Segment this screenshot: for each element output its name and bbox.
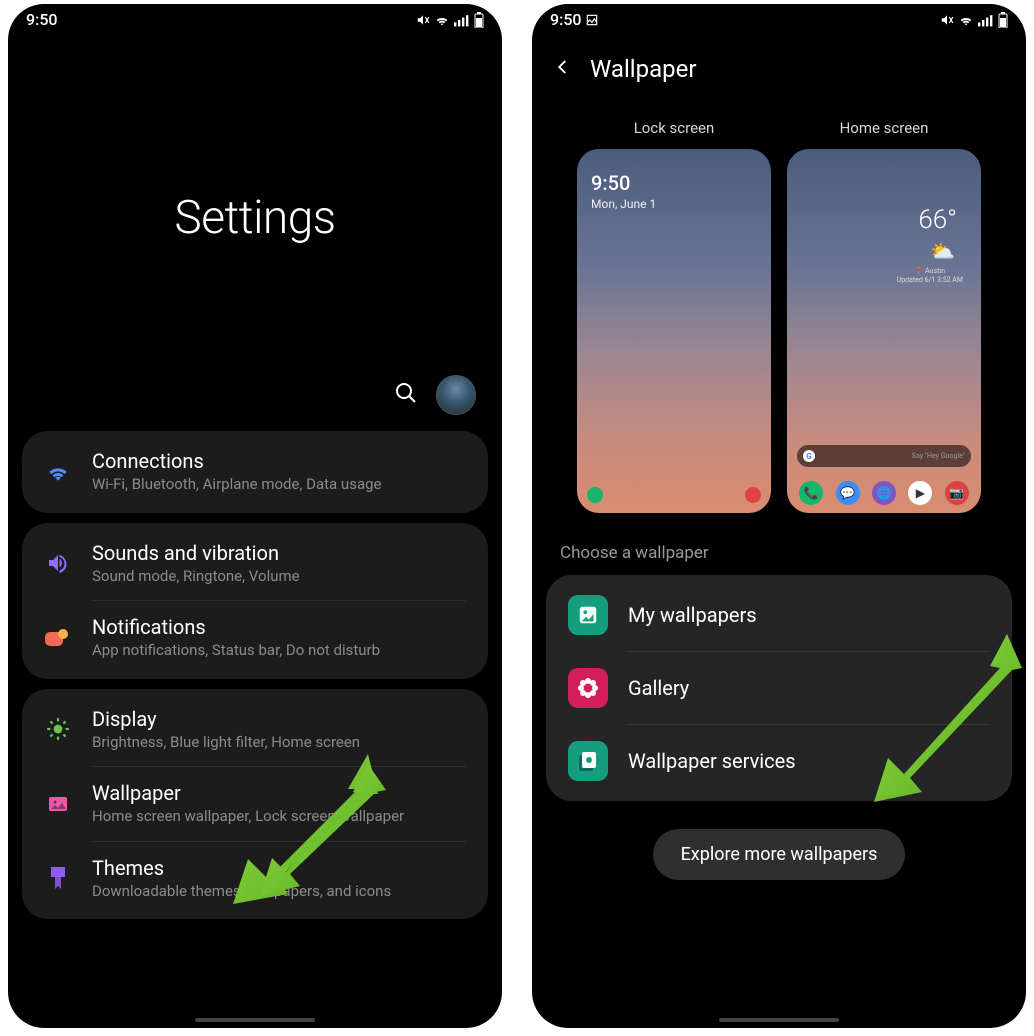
flower-icon bbox=[568, 668, 608, 708]
signal-icon bbox=[978, 13, 994, 27]
wifi-icon bbox=[434, 13, 450, 27]
phone-settings: 9:50 Settings Connections Wi-Fi, Bluetoo… bbox=[8, 4, 502, 1028]
wp-title: Gallery bbox=[628, 676, 689, 700]
row-text: Notifications App notifications, Status … bbox=[92, 615, 466, 661]
row-text: Display Brightness, Blue light filter, H… bbox=[92, 707, 466, 753]
weather-sub: 📍 Austin Updated 6/1 3:52 AM bbox=[897, 267, 963, 285]
camera-shortcut-icon bbox=[745, 487, 761, 503]
notif-icon bbox=[44, 628, 72, 648]
lock-preview-col[interactable]: Lock screen 9:50 Mon, June 1 bbox=[577, 119, 771, 513]
row-title: Display bbox=[92, 707, 466, 731]
sun-icon bbox=[44, 716, 72, 742]
row-title: Notifications bbox=[92, 615, 466, 639]
settings-group: Display Brightness, Blue light filter, H… bbox=[22, 689, 488, 920]
home-preview-label: Home screen bbox=[787, 119, 981, 137]
search-icon[interactable] bbox=[394, 381, 418, 409]
settings-item-notif[interactable]: Notifications App notifications, Status … bbox=[22, 601, 488, 675]
wallpaper-icon bbox=[44, 792, 72, 816]
home-preview-col[interactable]: Home screen 66° ⛅ 📍 Austin Updated 6/1 3… bbox=[787, 119, 981, 513]
lock-preview[interactable]: 9:50 Mon, June 1 bbox=[577, 149, 771, 513]
row-title: Sounds and vibration bbox=[92, 541, 466, 565]
wp-title: Wallpaper services bbox=[628, 749, 796, 773]
phone-wallpaper: 9:50 Wallpaper Lock screen 9:50 Mon, Jun… bbox=[532, 4, 1026, 1028]
settings-item-themes[interactable]: Themes Downloadable themes, wallpapers, … bbox=[22, 842, 488, 916]
wifi-icon bbox=[44, 459, 72, 485]
dock-app-1: 💬 bbox=[836, 481, 860, 505]
google-icon: G bbox=[803, 450, 815, 462]
battery-icon bbox=[474, 12, 484, 28]
dock-app-3: ▶ bbox=[908, 481, 932, 505]
weather-icon: ⛅ bbox=[930, 239, 955, 263]
row-text: Wallpaper Home screen wallpaper, Lock sc… bbox=[92, 781, 466, 827]
section-label: Choose a wallpaper bbox=[532, 513, 1026, 575]
battery-icon bbox=[998, 12, 1008, 28]
back-icon[interactable] bbox=[554, 58, 572, 80]
status-time: 9:50 bbox=[26, 10, 58, 29]
row-title: Wallpaper bbox=[92, 781, 466, 805]
row-sub: Sound mode, Ringtone, Volume bbox=[92, 567, 466, 587]
home-preview[interactable]: 66° ⛅ 📍 Austin Updated 6/1 3:52 AM G Say… bbox=[787, 149, 981, 513]
wp-title: My wallpapers bbox=[628, 603, 757, 627]
settings-item-sun[interactable]: Display Brightness, Blue light filter, H… bbox=[22, 693, 488, 767]
screenshot-icon bbox=[585, 13, 599, 27]
lock-time: 9:50 bbox=[591, 171, 630, 195]
header-title: Wallpaper bbox=[590, 55, 697, 83]
dock-app-4: 📷 bbox=[945, 481, 969, 505]
row-text: Sounds and vibration Sound mode, Rington… bbox=[92, 541, 466, 587]
nav-handle bbox=[195, 1018, 315, 1022]
header: Wallpaper bbox=[532, 31, 1026, 93]
sound-icon bbox=[44, 551, 72, 575]
home-temp: 66° bbox=[918, 205, 957, 235]
lock-shortcuts bbox=[577, 487, 771, 503]
settings-item-wifi[interactable]: Connections Wi-Fi, Bluetooth, Airplane m… bbox=[22, 435, 488, 509]
dock-app-0: 📞 bbox=[799, 481, 823, 505]
nav-handle bbox=[719, 1018, 839, 1022]
home-dock: 📞 💬 🌐 ▶ 📷 bbox=[787, 481, 981, 505]
lock-preview-label: Lock screen bbox=[577, 119, 771, 137]
row-text: Themes Downloadable themes, wallpapers, … bbox=[92, 856, 466, 902]
settings-group: Sounds and vibration Sound mode, Rington… bbox=[22, 523, 488, 679]
settings-item-sound[interactable]: Sounds and vibration Sound mode, Rington… bbox=[22, 527, 488, 601]
services-icon bbox=[568, 741, 608, 781]
mute-icon bbox=[940, 13, 954, 27]
wallpaper-source-flower[interactable]: Gallery bbox=[546, 652, 1012, 724]
search-hint: Say "Hey Google" bbox=[912, 452, 965, 460]
row-title: Themes bbox=[92, 856, 466, 880]
wallpaper-source-services[interactable]: Wallpaper services bbox=[546, 725, 1012, 797]
settings-group: Connections Wi-Fi, Bluetooth, Airplane m… bbox=[22, 431, 488, 513]
status-icons bbox=[940, 12, 1008, 28]
explore-button[interactable]: Explore more wallpapers bbox=[653, 829, 906, 880]
signal-icon bbox=[454, 13, 470, 27]
row-text: Connections Wi-Fi, Bluetooth, Airplane m… bbox=[92, 449, 466, 495]
wallpaper-sources-card: My wallpapers Gallery Wallpaper services bbox=[546, 575, 1012, 801]
dock-app-2: 🌐 bbox=[872, 481, 896, 505]
google-search-pill: G Say "Hey Google" bbox=[797, 445, 971, 467]
toolbar bbox=[8, 375, 502, 415]
mute-icon bbox=[416, 13, 430, 27]
status-bar: 9:50 bbox=[532, 4, 1026, 31]
wallpaper-previews: Lock screen 9:50 Mon, June 1 Home screen… bbox=[532, 119, 1026, 513]
wallpaper-source-image[interactable]: My wallpapers bbox=[546, 579, 1012, 651]
status-bar: 9:50 bbox=[8, 4, 502, 31]
row-sub: Wi-Fi, Bluetooth, Airplane mode, Data us… bbox=[92, 475, 466, 495]
phone-shortcut-icon bbox=[587, 487, 603, 503]
row-sub: Brightness, Blue light filter, Home scre… bbox=[92, 733, 466, 753]
lock-date: Mon, June 1 bbox=[591, 197, 656, 211]
wifi-icon bbox=[958, 13, 974, 27]
row-sub: App notifications, Status bar, Do not di… bbox=[92, 641, 466, 661]
settings-item-wallpaper[interactable]: Wallpaper Home screen wallpaper, Lock sc… bbox=[22, 767, 488, 841]
status-time: 9:50 bbox=[550, 10, 599, 29]
image-icon bbox=[568, 595, 608, 635]
row-title: Connections bbox=[92, 449, 466, 473]
avatar[interactable] bbox=[436, 375, 476, 415]
row-sub: Home screen wallpaper, Lock screen wallp… bbox=[92, 807, 466, 827]
status-icons bbox=[416, 12, 484, 28]
row-sub: Downloadable themes, wallpapers, and ico… bbox=[92, 882, 466, 902]
themes-icon bbox=[44, 865, 72, 891]
page-title: Settings bbox=[8, 191, 502, 245]
